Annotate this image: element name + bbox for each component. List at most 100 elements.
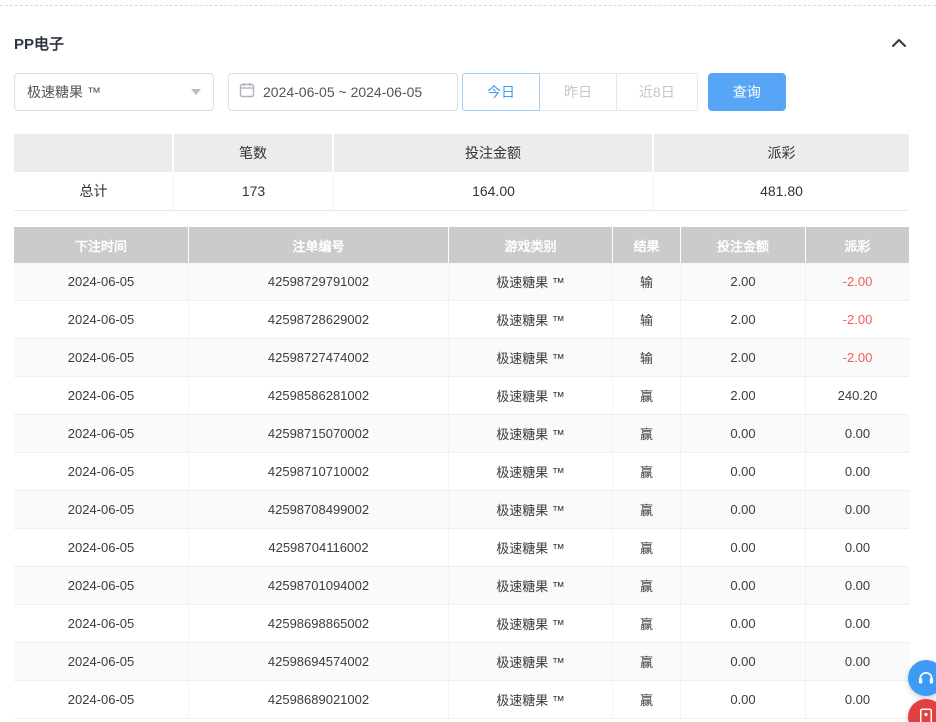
table-row: 2024-06-0542598729791002极速糖果 ™输2.00-2.00	[14, 263, 909, 301]
bets-cell: 42598715070002	[189, 415, 449, 452]
bets-cell: 2024-06-05	[14, 643, 189, 680]
bets-cell: 42598728629002	[189, 301, 449, 338]
bets-cell: 0.00	[681, 643, 806, 680]
bets-cell: 2.00	[681, 377, 806, 414]
bets-cell: 2024-06-05	[14, 415, 189, 452]
game-select-value: 极速糖果 ™	[27, 82, 191, 102]
top-dashed-divider	[0, 5, 936, 6]
bets-cell: 极速糖果 ™	[449, 491, 613, 528]
bets-cell: 0.00	[681, 605, 806, 642]
bets-cell: 0.00	[681, 453, 806, 490]
bets-header-cell: 派彩	[806, 227, 909, 263]
customer-service-float-button[interactable]	[908, 660, 936, 696]
table-row: 2024-06-0542598698865002极速糖果 ™赢0.000.00	[14, 605, 909, 643]
bets-cell: 赢	[613, 377, 681, 414]
bets-cell: 240.20	[806, 377, 909, 414]
bets-table-body: 2024-06-0542598729791002极速糖果 ™输2.00-2.00…	[14, 263, 909, 719]
bets-cell: 输	[613, 339, 681, 376]
bets-cell: 2024-06-05	[14, 339, 189, 376]
table-row: 2024-06-0542598715070002极速糖果 ™赢0.000.00	[14, 415, 909, 453]
bets-cell: 0.00	[806, 491, 909, 528]
summary-total-cell: 481.80	[654, 172, 909, 211]
bets-cell: 42598704116002	[189, 529, 449, 566]
bets-cell: -2.00	[806, 301, 909, 338]
bets-cell: 42598689021002	[189, 681, 449, 718]
bets-cell: 2024-06-05	[14, 681, 189, 718]
game-select[interactable]: 极速糖果 ™	[14, 73, 214, 111]
bets-cell: 赢	[613, 415, 681, 452]
bets-cell: 极速糖果 ™	[449, 339, 613, 376]
bets-cell: -2.00	[806, 263, 909, 300]
filter-row: 极速糖果 ™ 今日昨日近8日 查询	[14, 73, 786, 111]
bets-cell: 极速糖果 ™	[449, 529, 613, 566]
bets-cell: 赢	[613, 567, 681, 604]
summary-header-cell	[14, 134, 174, 172]
summary-header-cell: 笔数	[174, 134, 334, 172]
bets-cell: 赢	[613, 491, 681, 528]
summary-header-cell: 投注金额	[334, 134, 654, 172]
summary-total-cell: 总计	[14, 172, 174, 211]
bets-cell: 2024-06-05	[14, 567, 189, 604]
bets-cell: 0.00	[806, 681, 909, 718]
red-envelope-icon	[917, 707, 935, 722]
bets-cell: 2024-06-05	[14, 605, 189, 642]
bets-cell: 2024-06-05	[14, 263, 189, 300]
summary-total-row: 总计173164.00481.80	[14, 172, 909, 211]
bets-cell: 0.00	[681, 529, 806, 566]
headset-icon	[916, 667, 936, 690]
bets-cell: 0.00	[806, 567, 909, 604]
table-row: 2024-06-0542598694574002极速糖果 ™赢0.000.00	[14, 643, 909, 681]
table-row: 2024-06-0542598728629002极速糖果 ™输2.00-2.00	[14, 301, 909, 339]
bets-cell: 赢	[613, 605, 681, 642]
quick-filter-group: 今日昨日近8日	[462, 73, 698, 111]
bets-header-cell: 注单编号	[189, 227, 449, 263]
bets-cell: 0.00	[681, 567, 806, 604]
promo-float-button[interactable]	[908, 699, 936, 722]
table-row: 2024-06-0542598586281002极速糖果 ™赢2.00240.2…	[14, 377, 909, 415]
panel-title: PP电子	[14, 33, 64, 54]
bets-table: 下注时间注单编号游戏类别结果投注金额派彩 2024-06-05425987297…	[14, 227, 909, 719]
bets-header-row: 下注时间注单编号游戏类别结果投注金额派彩	[14, 227, 909, 263]
bets-cell: 2024-06-05	[14, 491, 189, 528]
bets-cell: 2024-06-05	[14, 453, 189, 490]
bets-cell: 0.00	[681, 491, 806, 528]
search-button[interactable]: 查询	[708, 73, 786, 111]
bets-cell: 0.00	[806, 643, 909, 680]
summary-table: 笔数投注金额派彩 总计173164.00481.80	[14, 134, 909, 211]
screen: PP电子 极速糖果 ™ 今日昨日近8日 查询 笔数投注金额派彩 总计173164…	[0, 0, 936, 722]
bets-cell: 2.00	[681, 263, 806, 300]
quick-filter-button-1[interactable]: 今日	[462, 73, 540, 111]
bets-cell: 0.00	[806, 453, 909, 490]
bets-cell: 42598701094002	[189, 567, 449, 604]
bets-cell: 42598727474002	[189, 339, 449, 376]
collapse-button[interactable]	[889, 36, 909, 50]
bets-cell: 0.00	[806, 605, 909, 642]
bets-cell: 42598698865002	[189, 605, 449, 642]
table-row: 2024-06-0542598704116002极速糖果 ™赢0.000.00	[14, 529, 909, 567]
summary-total-cell: 173	[174, 172, 334, 211]
bets-header-cell: 游戏类别	[449, 227, 613, 263]
panel-header: PP电子	[14, 30, 909, 56]
table-row: 2024-06-0542598689021002极速糖果 ™赢0.000.00	[14, 681, 909, 719]
date-range-picker[interactable]	[228, 73, 458, 111]
table-row: 2024-06-0542598710710002极速糖果 ™赢0.000.00	[14, 453, 909, 491]
date-range-input[interactable]	[263, 84, 447, 100]
bets-cell: 极速糖果 ™	[449, 567, 613, 604]
bets-cell: 极速糖果 ™	[449, 643, 613, 680]
quick-filter-button-2[interactable]: 昨日	[539, 73, 617, 111]
bets-cell: 赢	[613, 529, 681, 566]
bets-cell: 赢	[613, 643, 681, 680]
quick-filter-button-3[interactable]: 近8日	[616, 73, 698, 111]
bets-cell: 42598694574002	[189, 643, 449, 680]
bets-cell: 2024-06-05	[14, 301, 189, 338]
calendar-icon	[239, 82, 263, 103]
bets-cell: 2024-06-05	[14, 377, 189, 414]
bets-cell: 42598586281002	[189, 377, 449, 414]
bets-cell: 极速糖果 ™	[449, 377, 613, 414]
bets-cell: 极速糖果 ™	[449, 681, 613, 718]
chevron-down-icon	[191, 89, 201, 95]
summary-header-cell: 派彩	[654, 134, 909, 172]
bets-header-cell: 投注金额	[681, 227, 806, 263]
table-row: 2024-06-0542598701094002极速糖果 ™赢0.000.00	[14, 567, 909, 605]
bets-cell: 42598710710002	[189, 453, 449, 490]
